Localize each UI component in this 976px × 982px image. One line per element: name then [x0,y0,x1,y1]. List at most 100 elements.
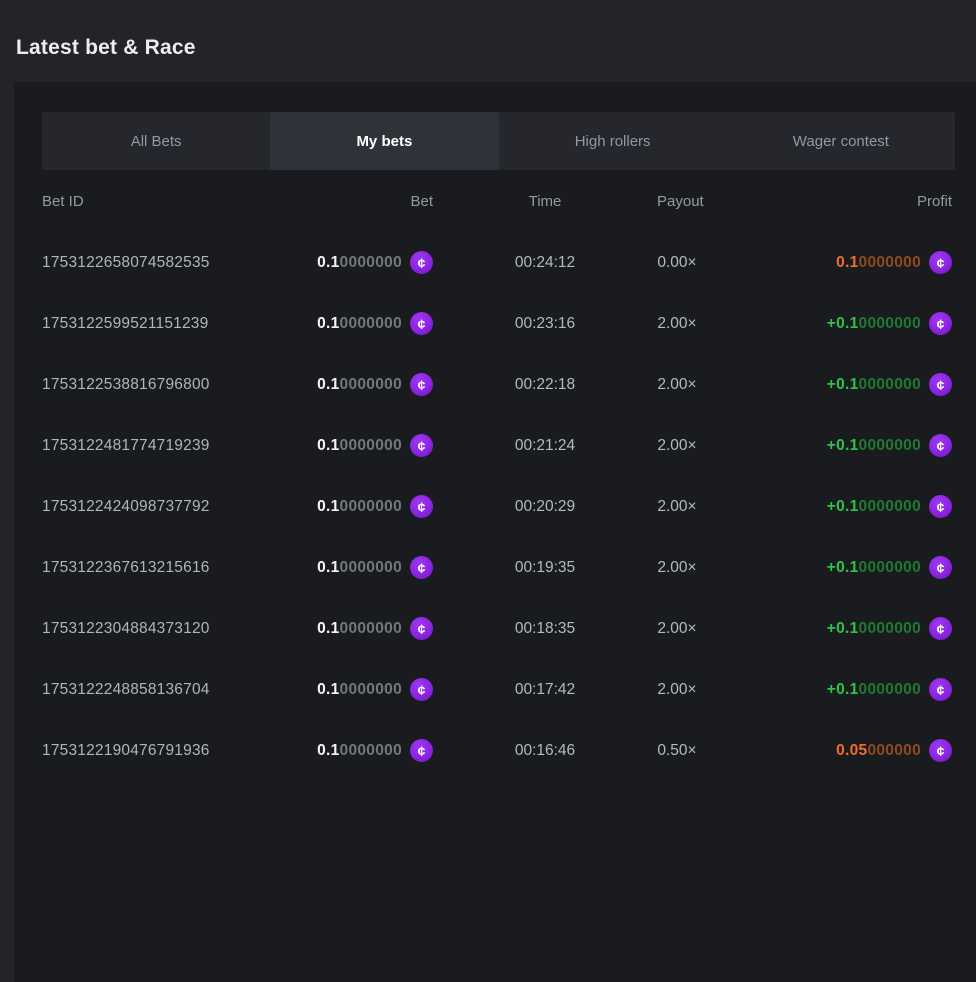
bet-amount-cell: 0.10000000 ¢ [272,434,433,457]
profit-cell: +0.10000000 ¢ [697,373,952,396]
tab-wager-contest[interactable]: Wager contest [727,112,955,170]
table-row[interactable]: 1753122304884373120 0.10000000 ¢ 00:18:3… [42,598,952,659]
table-row[interactable]: 1753122481774719239 0.10000000 ¢ 00:21:2… [42,415,952,476]
cent-coin-icon: ¢ [929,678,952,701]
profit-amount: +0.10000000 [827,681,921,699]
cent-coin-icon: ¢ [929,373,952,396]
bet-amount-cell: 0.10000000 ¢ [272,556,433,579]
bet-time-value: 00:16:46 [433,742,657,760]
profit-cell: +0.10000000 ¢ [697,495,952,518]
page-title: Latest bet & Race [16,36,960,60]
bet-amount-cell: 0.10000000 ¢ [272,495,433,518]
cent-coin-icon: ¢ [410,495,433,518]
table-header-row: Bet ID Bet Time Payout Profit [42,170,952,232]
profit-amount: +0.10000000 [827,620,921,638]
profit-amount: +0.10000000 [827,315,921,333]
cent-coin-icon: ¢ [410,678,433,701]
bet-amount-cell: 0.10000000 ¢ [272,373,433,396]
profit-cell: +0.10000000 ¢ [697,678,952,701]
payout-multiplier-value: 2.00× [657,498,697,516]
cent-coin-icon: ¢ [410,556,433,579]
bet-amount-cell: 0.10000000 ¢ [272,739,433,762]
cent-coin-icon: ¢ [410,617,433,640]
payout-multiplier-value: 2.00× [657,620,697,638]
bet-time-value: 00:18:35 [433,620,657,638]
tab-all-bets[interactable]: All Bets [42,112,270,170]
cent-coin-icon: ¢ [410,739,433,762]
bet-amount: 0.10000000 [317,559,402,577]
bet-amount: 0.10000000 [317,620,402,638]
bet-amount: 0.10000000 [317,376,402,394]
bet-time-value: 00:23:16 [433,315,657,333]
bet-time-value: 00:17:42 [433,681,657,699]
bet-time-value: 00:24:12 [433,254,657,272]
bet-amount-cell: 0.10000000 ¢ [272,312,433,335]
profit-cell: +0.10000000 ¢ [697,556,952,579]
profit-amount: +0.10000000 [827,376,921,394]
latest-bets-panel: All Bets My bets High rollers Wager cont… [14,82,976,982]
bet-amount: 0.10000000 [317,437,402,455]
header-time: Time [433,193,657,210]
payout-multiplier-value: 2.00× [657,437,697,455]
cent-coin-icon: ¢ [929,434,952,457]
bet-amount-cell: 0.10000000 ¢ [272,617,433,640]
payout-multiplier-value: 2.00× [657,376,697,394]
header-bet-id: Bet ID [42,193,272,210]
cent-coin-icon: ¢ [929,556,952,579]
profit-amount: 0.05000000 [836,742,921,760]
bet-amount-cell: 0.10000000 ¢ [272,678,433,701]
bet-time-value: 00:22:18 [433,376,657,394]
table-row[interactable]: 1753122599521151239 0.10000000 ¢ 00:23:1… [42,293,952,354]
profit-cell: +0.10000000 ¢ [697,312,952,335]
bet-id-value: 1753122658074582535 [42,254,272,272]
cent-coin-icon: ¢ [929,312,952,335]
cent-coin-icon: ¢ [929,617,952,640]
cent-coin-icon: ¢ [410,373,433,396]
bet-amount: 0.10000000 [317,681,402,699]
bet-id-value: 1753122248858136704 [42,681,272,699]
bet-amount: 0.10000000 [317,315,402,333]
payout-multiplier-value: 0.00× [657,254,697,272]
page-header: Latest bet & Race [0,0,976,80]
profit-amount: 0.10000000 [836,254,921,272]
bets-tab-bar: All Bets My bets High rollers Wager cont… [42,112,955,170]
payout-multiplier-value: 2.00× [657,681,697,699]
tab-high-rollers[interactable]: High rollers [499,112,727,170]
bet-time-value: 00:21:24 [433,437,657,455]
header-payout: Payout [657,193,697,210]
bet-amount-cell: 0.10000000 ¢ [272,251,433,274]
payout-multiplier-value: 2.00× [657,559,697,577]
table-row[interactable]: 1753122248858136704 0.10000000 ¢ 00:17:4… [42,659,952,720]
profit-cell: +0.10000000 ¢ [697,617,952,640]
tab-my-bets[interactable]: My bets [270,112,498,170]
profit-cell: 0.05000000 ¢ [697,739,952,762]
bet-id-value: 1753122304884373120 [42,620,272,638]
table-row[interactable]: 1753122190476791936 0.10000000 ¢ 00:16:4… [42,720,952,781]
bet-id-value: 1753122190476791936 [42,742,272,760]
bet-id-value: 1753122424098737792 [42,498,272,516]
profit-cell: +0.10000000 ¢ [697,434,952,457]
bet-id-value: 1753122481774719239 [42,437,272,455]
table-row[interactable]: 1753122424098737792 0.10000000 ¢ 00:20:2… [42,476,952,537]
bet-time-value: 00:19:35 [433,559,657,577]
profit-amount: +0.10000000 [827,498,921,516]
payout-multiplier-value: 0.50× [657,742,697,760]
profit-amount: +0.10000000 [827,437,921,455]
bet-amount: 0.10000000 [317,498,402,516]
payout-multiplier-value: 2.00× [657,315,697,333]
table-row[interactable]: 1753122658074582535 0.10000000 ¢ 00:24:1… [42,232,952,293]
bet-amount: 0.10000000 [317,254,402,272]
profit-cell: 0.10000000 ¢ [697,251,952,274]
cent-coin-icon: ¢ [410,434,433,457]
table-row[interactable]: 1753122538816796800 0.10000000 ¢ 00:22:1… [42,354,952,415]
cent-coin-icon: ¢ [929,739,952,762]
bet-id-value: 1753122367613215616 [42,559,272,577]
bet-id-value: 1753122538816796800 [42,376,272,394]
cent-coin-icon: ¢ [929,251,952,274]
table-row[interactable]: 1753122367613215616 0.10000000 ¢ 00:19:3… [42,537,952,598]
cent-coin-icon: ¢ [410,312,433,335]
bet-id-value: 1753122599521151239 [42,315,272,333]
bet-time-value: 00:20:29 [433,498,657,516]
cent-coin-icon: ¢ [410,251,433,274]
bet-amount: 0.10000000 [317,742,402,760]
